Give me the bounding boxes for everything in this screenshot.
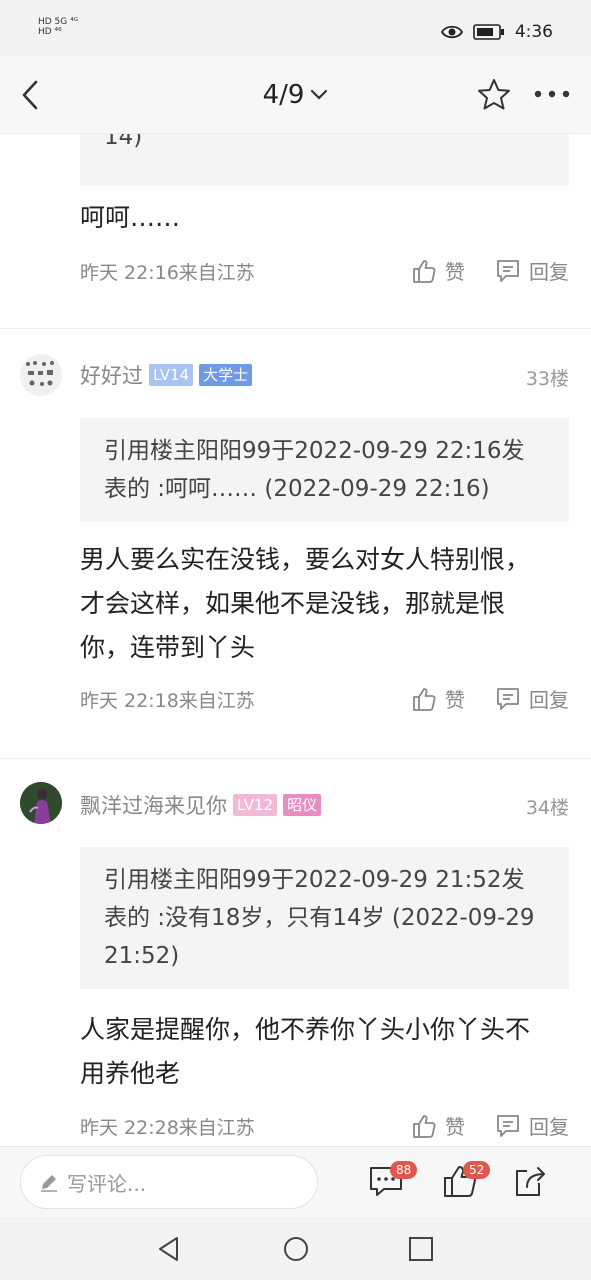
username[interactable]: 好好过 bbox=[80, 360, 143, 390]
reply-button[interactable]: 回复 bbox=[495, 684, 569, 713]
avatar-image bbox=[20, 782, 62, 824]
network-indicators: HD 5G ⁴ᴳ HD ⁴⁶ bbox=[38, 17, 78, 37]
like-button[interactable]: 赞 bbox=[411, 256, 465, 285]
like-count-badge: 52 bbox=[463, 1161, 491, 1179]
like-button[interactable]: 赞 bbox=[411, 684, 465, 713]
reply-icon bbox=[497, 259, 519, 282]
like-label: 赞 bbox=[445, 1115, 465, 1139]
quote-block: 引用楼主阳阳99于2022-09-29 21:52发表的 :没有18岁，只有14… bbox=[80, 847, 569, 989]
network-line-2: HD ⁴⁶ bbox=[38, 27, 62, 37]
chevron-down-icon bbox=[311, 89, 328, 100]
comment-input[interactable]: 写评论... bbox=[20, 1155, 318, 1209]
reply-button[interactable]: 回复 bbox=[495, 256, 569, 285]
post-meta: 昨天 22:16来自江苏 bbox=[80, 262, 255, 284]
reply-icon bbox=[497, 687, 519, 710]
page-indicator: 4/9 bbox=[262, 80, 305, 110]
title-badge: 昭仪 bbox=[283, 794, 322, 816]
reply-label: 回复 bbox=[529, 1115, 569, 1139]
level-badge: LV12 bbox=[233, 794, 278, 816]
system-home-icon[interactable] bbox=[282, 1235, 310, 1263]
floor-number: 33楼 bbox=[525, 368, 569, 390]
post-actions: 赞 回复 bbox=[411, 1111, 569, 1140]
more-icon[interactable] bbox=[532, 86, 572, 102]
quote-text: 14) bbox=[104, 134, 143, 150]
post-text: 呵呵…… bbox=[80, 203, 181, 232]
quote-block: 14) bbox=[80, 134, 569, 186]
user-row: 好好过 LV14 大学士 bbox=[80, 360, 253, 390]
network-line-1: HD 5G ⁴ᴳ bbox=[38, 17, 79, 27]
quote-block: 引用楼主阳阳99于2022-09-29 22:16发表的 :呵呵…… (2022… bbox=[80, 418, 569, 522]
comment-placeholder: 写评论... bbox=[67, 1171, 147, 1196]
system-nav-bar bbox=[0, 1218, 591, 1280]
post-meta: 昨天 22:18来自江苏 bbox=[80, 690, 255, 712]
like-button[interactable]: 赞 bbox=[411, 1111, 465, 1140]
like-label: 赞 bbox=[445, 260, 465, 284]
title-badge: 大学士 bbox=[199, 364, 253, 386]
thread-content: 14) 呵呵…… 昨天 22:16来自江苏 赞 回复 好好过 LV14 大学士 … bbox=[0, 134, 591, 1146]
share-icon[interactable] bbox=[513, 1163, 549, 1199]
nav-bar: 4/9 bbox=[0, 56, 591, 134]
pencil-icon bbox=[41, 1175, 57, 1192]
system-back-icon[interactable] bbox=[155, 1235, 183, 1263]
post-actions: 赞 回复 bbox=[411, 256, 569, 285]
floor-number: 34楼 bbox=[525, 797, 569, 819]
star-icon[interactable] bbox=[476, 77, 512, 113]
avatar-image bbox=[26, 361, 54, 386]
system-recents-icon[interactable] bbox=[407, 1235, 435, 1263]
post-meta: 昨天 22:28来自江苏 bbox=[80, 1117, 255, 1139]
quote-text: 引用楼主阳阳99于2022-09-29 21:52发表的 :没有18岁，只有14… bbox=[104, 867, 535, 969]
post-actions: 赞 回复 bbox=[411, 684, 569, 713]
avatar[interactable] bbox=[20, 354, 62, 396]
eye-icon bbox=[440, 25, 463, 39]
divider bbox=[0, 328, 591, 329]
level-badge: LV14 bbox=[149, 364, 194, 386]
status-right: 4:36 bbox=[440, 22, 553, 42]
clock: 4:36 bbox=[514, 22, 553, 42]
bottom-bar: 写评论... 88 52 bbox=[0, 1146, 591, 1218]
avatar[interactable] bbox=[20, 782, 62, 824]
thumbs-up-icon bbox=[413, 1114, 436, 1138]
thumbs-up-icon bbox=[413, 259, 436, 283]
battery-icon bbox=[473, 24, 504, 40]
reply-label: 回复 bbox=[529, 260, 569, 284]
username[interactable]: 飘洋过海来见你 bbox=[80, 790, 227, 820]
user-row: 飘洋过海来见你 LV12 昭仪 bbox=[80, 790, 322, 820]
post-text: 男人要么实在没钱，要么对女人特别恨，才会这样，如果他不是没钱，那就是恨你，连带到… bbox=[80, 545, 531, 662]
post-text: 人家是提醒你，他不养你丫头小你丫头不用养他老 bbox=[80, 1015, 531, 1088]
quote-text: 引用楼主阳阳99于2022-09-29 22:16发表的 :呵呵…… (2022… bbox=[104, 438, 525, 502]
reply-label: 回复 bbox=[529, 688, 569, 712]
like-label: 赞 bbox=[445, 688, 465, 712]
reply-icon bbox=[497, 1114, 519, 1137]
divider bbox=[0, 758, 591, 759]
comment-count-badge: 88 bbox=[390, 1161, 418, 1179]
reply-button[interactable]: 回复 bbox=[495, 1111, 569, 1140]
thumbs-up-icon bbox=[413, 687, 436, 711]
